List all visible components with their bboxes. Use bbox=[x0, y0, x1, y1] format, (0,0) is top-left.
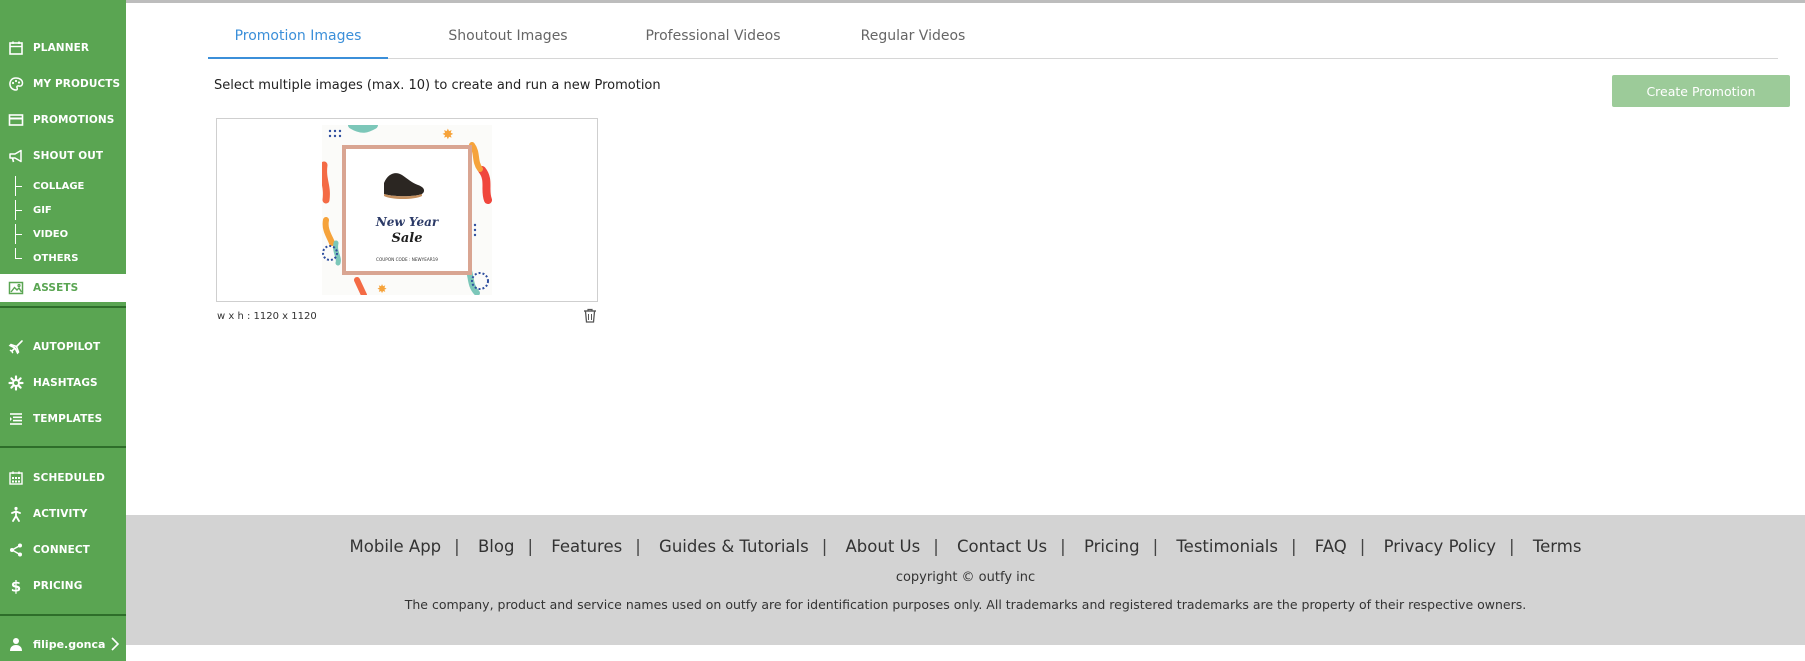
dollar-icon: $ bbox=[7, 577, 25, 595]
footer-separator: | bbox=[1152, 537, 1159, 556]
footer-link-terms[interactable]: Terms bbox=[1533, 537, 1582, 556]
sidebar-item-label: HASHTAGS bbox=[33, 377, 98, 389]
palette-icon bbox=[7, 75, 25, 93]
sidebar-item-autopilot[interactable]: AUTOPILOT bbox=[0, 334, 126, 360]
sidebar-item-label: SHOUT OUT bbox=[33, 150, 104, 162]
sidebar-divider bbox=[0, 446, 126, 448]
sidebar-item-templates[interactable]: TEMPLATES bbox=[0, 406, 126, 432]
sidebar-item-label: AUTOPILOT bbox=[33, 341, 101, 353]
sidebar: PLANNER MY PRODUCTS PROMOTIONS SHOUT OUT… bbox=[0, 0, 126, 661]
sidebar-item-label: TEMPLATES bbox=[33, 413, 103, 425]
sidebar-subitem-label: OTHERS bbox=[33, 252, 79, 264]
svg-text:$: $ bbox=[11, 578, 21, 594]
tree-connector bbox=[15, 224, 25, 244]
sidebar-item-label: MY PRODUCTS bbox=[33, 78, 121, 90]
footer-separator: | bbox=[527, 537, 534, 556]
sidebar-subitem-label: VIDEO bbox=[33, 228, 69, 240]
share-icon bbox=[7, 541, 25, 559]
footer: Mobile App | Blog | Features | Guides & Tut… bbox=[126, 515, 1805, 645]
top-border bbox=[0, 0, 1805, 3]
tab-regular-videos[interactable]: Regular Videos bbox=[838, 22, 988, 57]
footer-links: Mobile App | Blog | Features | Guides & Tut… bbox=[126, 537, 1805, 556]
sidebar-item-label: ASSETS bbox=[33, 282, 79, 294]
footer-link-blog[interactable]: Blog bbox=[478, 537, 514, 556]
sidebar-item-scheduled[interactable]: SCHEDULED bbox=[0, 465, 126, 491]
footer-link-about-us[interactable]: About Us bbox=[846, 537, 921, 556]
calendar-icon bbox=[7, 39, 25, 57]
user-menu[interactable]: filipe.gonca bbox=[0, 631, 126, 657]
footer-link-mobile-app[interactable]: Mobile App bbox=[350, 537, 442, 556]
asset-card[interactable]: ✸ ✸ New Year Sale COUPON CODE : NEWYEAR1… bbox=[216, 118, 598, 302]
card-icon bbox=[7, 111, 25, 129]
sidebar-item-label: PRICING bbox=[33, 580, 83, 592]
svg-text:✸: ✸ bbox=[442, 127, 454, 143]
airplane-icon bbox=[7, 338, 25, 356]
tab-professional-videos[interactable]: Professional Videos bbox=[628, 22, 798, 57]
create-promotion-button[interactable]: Create Promotion bbox=[1612, 75, 1790, 107]
tab-promotion-images[interactable]: Promotion Images bbox=[208, 22, 388, 59]
instruction-text: Select multiple images (max. 10) to crea… bbox=[214, 78, 661, 93]
sidebar-subitem-label: COLLAGE bbox=[33, 180, 85, 192]
sidebar-item-connect[interactable]: CONNECT bbox=[0, 537, 126, 563]
tab-shoutout-images[interactable]: Shoutout Images bbox=[428, 22, 588, 57]
calendar-grid-icon bbox=[7, 469, 25, 487]
copyright-text: copyright © outfy inc bbox=[895, 570, 1036, 585]
footer-separator: | bbox=[1509, 537, 1515, 556]
footer-link-contact-us[interactable]: Contact Us bbox=[957, 537, 1047, 556]
sidebar-item-assets[interactable]: ASSETS bbox=[0, 274, 126, 302]
sidebar-subitem-video[interactable]: VIDEO bbox=[0, 224, 126, 244]
sidebar-item-shout-out[interactable]: SHOUT OUT bbox=[0, 143, 126, 169]
sidebar-item-label: PLANNER bbox=[33, 42, 90, 54]
megaphone-icon bbox=[7, 147, 25, 165]
footer-link-testimonials[interactable]: Testimonials bbox=[1176, 537, 1278, 556]
asset-tabs: Promotion Images Shoutout Images Profess… bbox=[208, 22, 1778, 59]
footer-link-guides-tutorials[interactable]: Guides & Tutorials bbox=[659, 537, 809, 556]
tree-connector bbox=[15, 248, 25, 268]
sidebar-subitem-gif[interactable]: GIF bbox=[0, 200, 126, 220]
sidebar-subitem-label: GIF bbox=[33, 204, 52, 216]
footer-separator: | bbox=[1290, 537, 1297, 556]
sidebar-divider bbox=[0, 614, 126, 616]
footer-separator: | bbox=[1060, 537, 1066, 556]
list-icon bbox=[7, 410, 25, 428]
sidebar-item-label: ACTIVITY bbox=[33, 508, 88, 520]
sidebar-item-activity[interactable]: ACTIVITY bbox=[0, 501, 126, 527]
footer-separator: | bbox=[933, 537, 939, 556]
trash-icon[interactable] bbox=[583, 308, 597, 323]
person-running-icon bbox=[7, 505, 25, 523]
image-icon bbox=[7, 279, 25, 297]
sidebar-item-label: SCHEDULED bbox=[33, 472, 105, 484]
asset-title-line2: Sale bbox=[391, 231, 422, 246]
footer-separator: | bbox=[821, 537, 828, 556]
sidebar-item-my-products[interactable]: MY PRODUCTS bbox=[0, 71, 126, 97]
sidebar-item-pricing[interactable]: $ PRICING bbox=[0, 573, 126, 599]
sidebar-item-hashtags[interactable]: HASHTAGS bbox=[0, 370, 126, 396]
sidebar-item-label: PROMOTIONS bbox=[33, 114, 115, 126]
asset-coupon-text: COUPON CODE : NEWYEAR19 bbox=[376, 257, 438, 262]
gear-icon bbox=[7, 374, 25, 392]
sidebar-subitem-collage[interactable]: COLLAGE bbox=[0, 176, 126, 196]
footer-link-privacy-policy[interactable]: Privacy Policy bbox=[1384, 537, 1496, 556]
sidebar-item-promotions[interactable]: PROMOTIONS bbox=[0, 107, 126, 133]
footer-link-pricing[interactable]: Pricing bbox=[1084, 537, 1140, 556]
footer-separator: | bbox=[454, 537, 460, 556]
disclaimer-text: The company, product and service names u… bbox=[404, 597, 1527, 612]
asset-dimensions: w x h : 1120 x 1120 bbox=[217, 311, 317, 322]
footer-link-features[interactable]: Features bbox=[551, 537, 622, 556]
asset-thumbnail: ✸ ✸ New Year Sale COUPON CODE : NEWYEAR1… bbox=[322, 125, 492, 295]
svg-text:✸: ✸ bbox=[377, 282, 387, 295]
sidebar-item-planner[interactable]: PLANNER bbox=[0, 35, 126, 61]
username: filipe.gonca bbox=[33, 637, 106, 651]
footer-separator: | bbox=[1359, 537, 1366, 556]
sidebar-subitem-others[interactable]: OTHERS bbox=[0, 248, 126, 268]
sidebar-item-label: CONNECT bbox=[33, 544, 90, 556]
sidebar-divider bbox=[0, 306, 126, 308]
tree-connector bbox=[15, 200, 25, 220]
footer-separator: | bbox=[635, 537, 641, 556]
user-icon bbox=[7, 635, 25, 653]
asset-title-line1: New Year bbox=[375, 215, 440, 229]
chevron-right-icon bbox=[110, 636, 120, 656]
tree-connector bbox=[15, 176, 25, 196]
footer-link-faq[interactable]: FAQ bbox=[1315, 537, 1347, 556]
